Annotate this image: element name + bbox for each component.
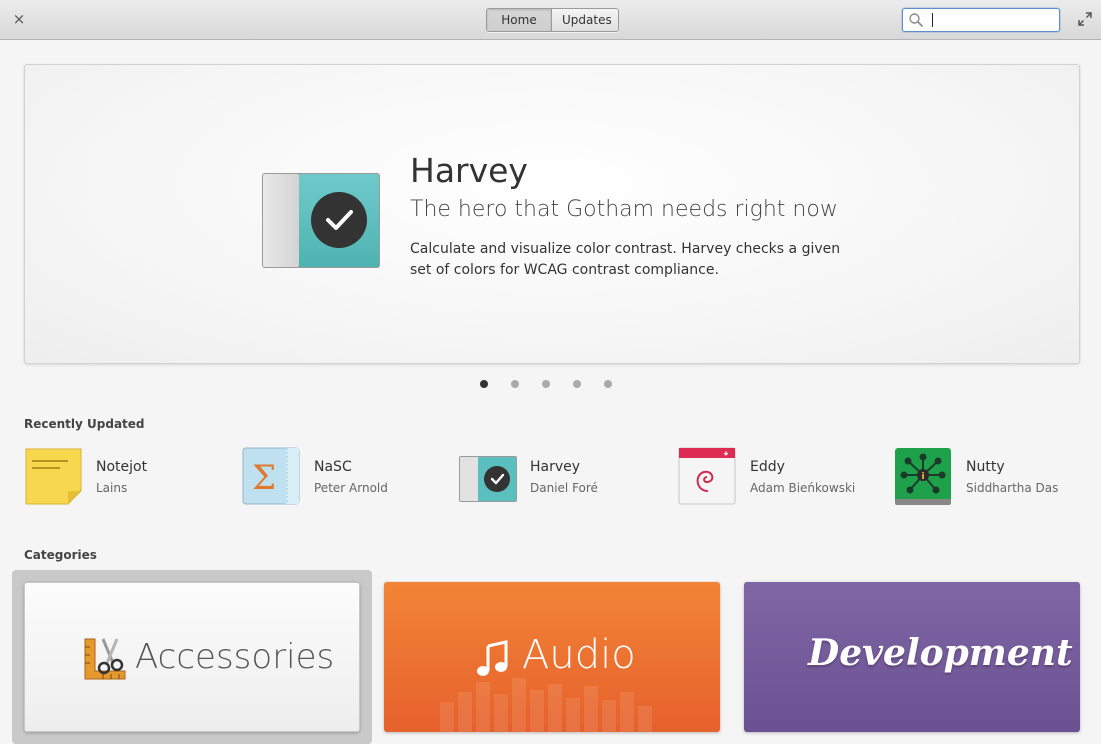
search-icon [909,13,923,27]
app-item-nutty[interactable]: i Nutty Siddhartha Das [894,447,1101,507]
app-developer: Peter Arnold [314,481,388,495]
banner-page-dot-2[interactable] [511,380,519,388]
category-development[interactable]: Development [744,582,1080,732]
category-label: Development [808,632,1073,674]
close-icon: × [12,10,26,28]
categories-heading: Categories [24,548,97,562]
banner-tagline: The hero that Gotham needs right now [410,197,838,222]
banner-description: Calculate and visualize color contrast. … [410,241,841,278]
app-name: Nutty [966,459,1005,475]
banner-page-dot-1[interactable] [480,380,488,388]
app-developer: Siddhartha Das [966,481,1059,495]
equalizer-pattern [440,678,652,732]
harvey-icon [262,173,380,268]
category-audio[interactable]: Audio [384,582,720,732]
app-item-nasc[interactable]: Σ NaSC Peter Arnold [242,447,452,507]
app-name: Eddy [750,459,785,475]
banner-page-dot-5[interactable] [604,380,612,388]
app-item-harvey[interactable]: Harvey Daniel Foré [458,447,668,507]
category-accessories[interactable]: Accessories [24,582,360,732]
nasc-icon: Σ [242,447,300,505]
app-developer: Lains [96,481,128,495]
eddy-icon [678,447,736,505]
harvey-icon [459,456,517,502]
svg-text:Σ: Σ [252,458,276,498]
view-switcher: Home Updates [486,8,619,32]
banner-app-name: Harvey [410,151,528,190]
app-developer: Adam Bieńkowski [750,481,856,495]
search-box[interactable] [902,8,1060,32]
svg-text:i: i [921,472,924,482]
notejot-icon [25,448,82,505]
text-caret [932,13,933,27]
banner-page-dot-3[interactable] [542,380,550,388]
app-item-eddy[interactable]: Eddy Adam Bieńkowski [678,447,888,507]
featured-banner[interactable]: Harvey The hero that Gotham needs right … [24,64,1080,364]
nutty-icon: i [895,448,951,505]
tab-updates[interactable]: Updates [551,9,618,31]
music-note-icon [477,640,508,676]
maximize-icon[interactable] [1078,12,1092,26]
app-name: Notejot [96,459,148,475]
tab-home[interactable]: Home [487,9,551,31]
accessories-icon [84,638,126,680]
banner-page-dot-4[interactable] [573,380,581,388]
banner-pagination [480,380,612,392]
app-developer: Daniel Foré [530,481,598,495]
app-item-notejot[interactable]: Notejot Lains [24,447,234,507]
app-name: NaSC [314,459,352,475]
search-input[interactable] [929,11,1053,28]
recently-updated-heading: Recently Updated [24,417,145,431]
header-bar: × Home Updates [0,0,1101,40]
app-name: Harvey [530,459,581,475]
category-label: Audio [522,632,636,678]
close-window-button[interactable]: × [11,11,27,27]
category-label: Accessories [135,637,335,677]
